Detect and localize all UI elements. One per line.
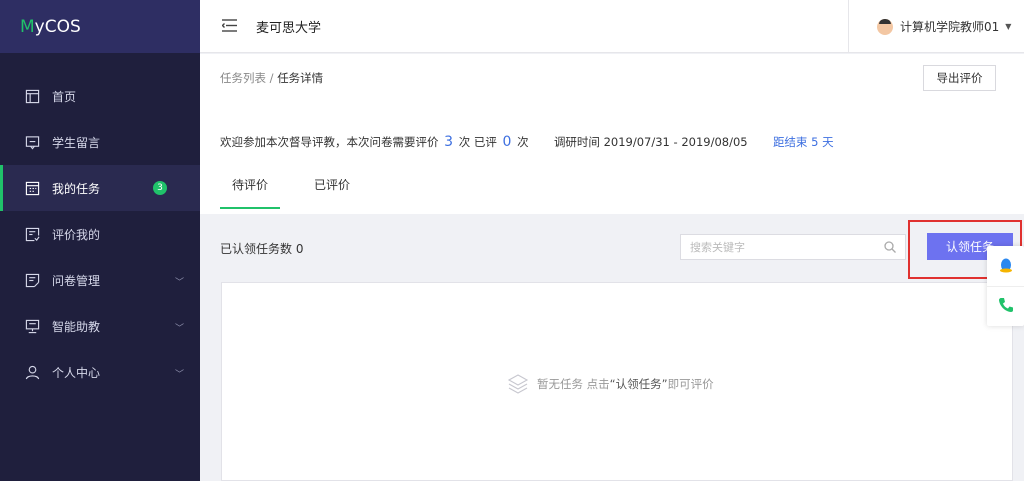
empty-state: 暂无任务 点击 “认领任务” 即可评价: [507, 373, 714, 395]
empty-text-bold: “认领任务”: [609, 377, 668, 391]
info-prefix: 欢迎参加本次督导评教，本次问卷需要评价: [220, 135, 439, 149]
breadcrumb-parent[interactable]: 任务列表: [220, 71, 266, 85]
assistant-icon: [24, 318, 40, 334]
sidebar: MyCOS 首页 学生留言 我的任务 3 评价我的 问卷管理 ﹀ 智能助教 ﹀: [0, 0, 200, 481]
layers-icon: [507, 373, 529, 395]
user-menu[interactable]: 计算机学院教师01 ▼: [848, 0, 1024, 53]
sidebar-item-evaluations-of-me[interactable]: 评价我的: [0, 211, 200, 257]
empty-text-before: 暂无任务 点击: [537, 377, 610, 391]
info-mid2: 次: [517, 135, 529, 149]
breadcrumb-current: 任务详情: [277, 71, 324, 85]
phone-icon: [997, 296, 1015, 317]
task-count-badge: 3: [153, 181, 167, 195]
required-count: 3: [444, 134, 454, 150]
chevron-down-icon: ﹀: [174, 278, 184, 288]
claimed-task-count: 已认领任务数 0: [220, 242, 304, 256]
sidebar-item-student-messages[interactable]: 学生留言: [0, 119, 200, 165]
avatar: [877, 18, 893, 35]
evaluation-icon: [24, 226, 40, 242]
menu-collapse-icon[interactable]: [222, 19, 238, 33]
sidebar-item-questionnaire-management[interactable]: 问卷管理 ﹀: [0, 257, 200, 303]
sidebar-item-label: 学生留言: [52, 135, 101, 150]
layout-icon: [24, 88, 40, 104]
qq-penguin-icon: [997, 256, 1015, 277]
sidebar-item-label: 首页: [52, 89, 77, 104]
sidebar-item-home[interactable]: 首页: [0, 73, 200, 119]
sidebar-item-label: 我的任务: [52, 181, 101, 196]
school-name: 麦可思大学: [256, 20, 322, 36]
qq-button[interactable]: [987, 246, 1024, 286]
user-icon: [24, 364, 40, 380]
sidebar-item-smart-assistant[interactable]: 智能助教 ﹀: [0, 303, 200, 349]
message-icon: [24, 134, 40, 150]
phone-button[interactable]: [987, 286, 1024, 326]
breadcrumb-separator: /: [266, 71, 278, 85]
task-info-line: 欢迎参加本次督导评教，本次问卷需要评价 3 次 已评 0 次 调研时间 2019…: [220, 134, 834, 150]
sidebar-item-label: 问卷管理: [52, 273, 101, 288]
info-mid1: 次 已评: [458, 135, 497, 149]
breadcrumb: 任务列表 / 任务详情: [220, 70, 323, 86]
tab-pending[interactable]: 待评价: [220, 176, 280, 209]
sidebar-item-personal-center[interactable]: 个人中心 ﹀: [0, 349, 200, 395]
task-list-panel: 暂无任务 点击 “认领任务” 即可评价: [221, 282, 1013, 481]
chevron-down-icon: ﹀: [174, 324, 184, 334]
brand-logo[interactable]: MyCOS: [0, 0, 200, 53]
caret-down-icon: ▼: [1005, 22, 1012, 31]
floating-contact-widget: [987, 246, 1024, 326]
user-name: 计算机学院教师01: [900, 20, 1000, 34]
sidebar-item-label: 智能助教: [52, 319, 101, 334]
logo-rest: yCOS: [34, 16, 81, 37]
calendar-icon: [24, 180, 40, 196]
survey-period: 调研时间 2019/07/31 - 2019/08/05: [553, 135, 748, 149]
remaining-days: 距结束 5 天: [772, 135, 834, 149]
sidebar-nav: 首页 学生留言 我的任务 3 评价我的 问卷管理 ﹀ 智能助教 ﹀ 个人中心 ﹀: [0, 73, 200, 395]
search-input[interactable]: [690, 240, 880, 254]
evaluation-tabs: 待评价 已评价: [220, 176, 384, 209]
export-evaluation-button[interactable]: 导出评价: [923, 65, 996, 91]
task-detail-panel: 任务列表 / 任务详情 导出评价 欢迎参加本次督导评教，本次问卷需要评价 3 次…: [200, 54, 1024, 214]
empty-text-after: 即可评价: [667, 377, 714, 391]
questionnaire-icon: [24, 272, 40, 288]
sidebar-item-my-tasks[interactable]: 我的任务 3: [0, 165, 200, 211]
logo-first-letter: M: [20, 16, 35, 37]
sidebar-item-label: 评价我的: [52, 227, 101, 242]
search-icon[interactable]: [884, 241, 896, 253]
search-box: [680, 234, 906, 260]
done-count: 0: [502, 134, 512, 150]
top-header: 麦可思大学 计算机学院教师01 ▼: [200, 0, 1024, 53]
sidebar-item-label: 个人中心: [52, 365, 101, 380]
tab-evaluated[interactable]: 已评价: [302, 176, 362, 209]
chevron-down-icon: ﹀: [174, 370, 184, 380]
